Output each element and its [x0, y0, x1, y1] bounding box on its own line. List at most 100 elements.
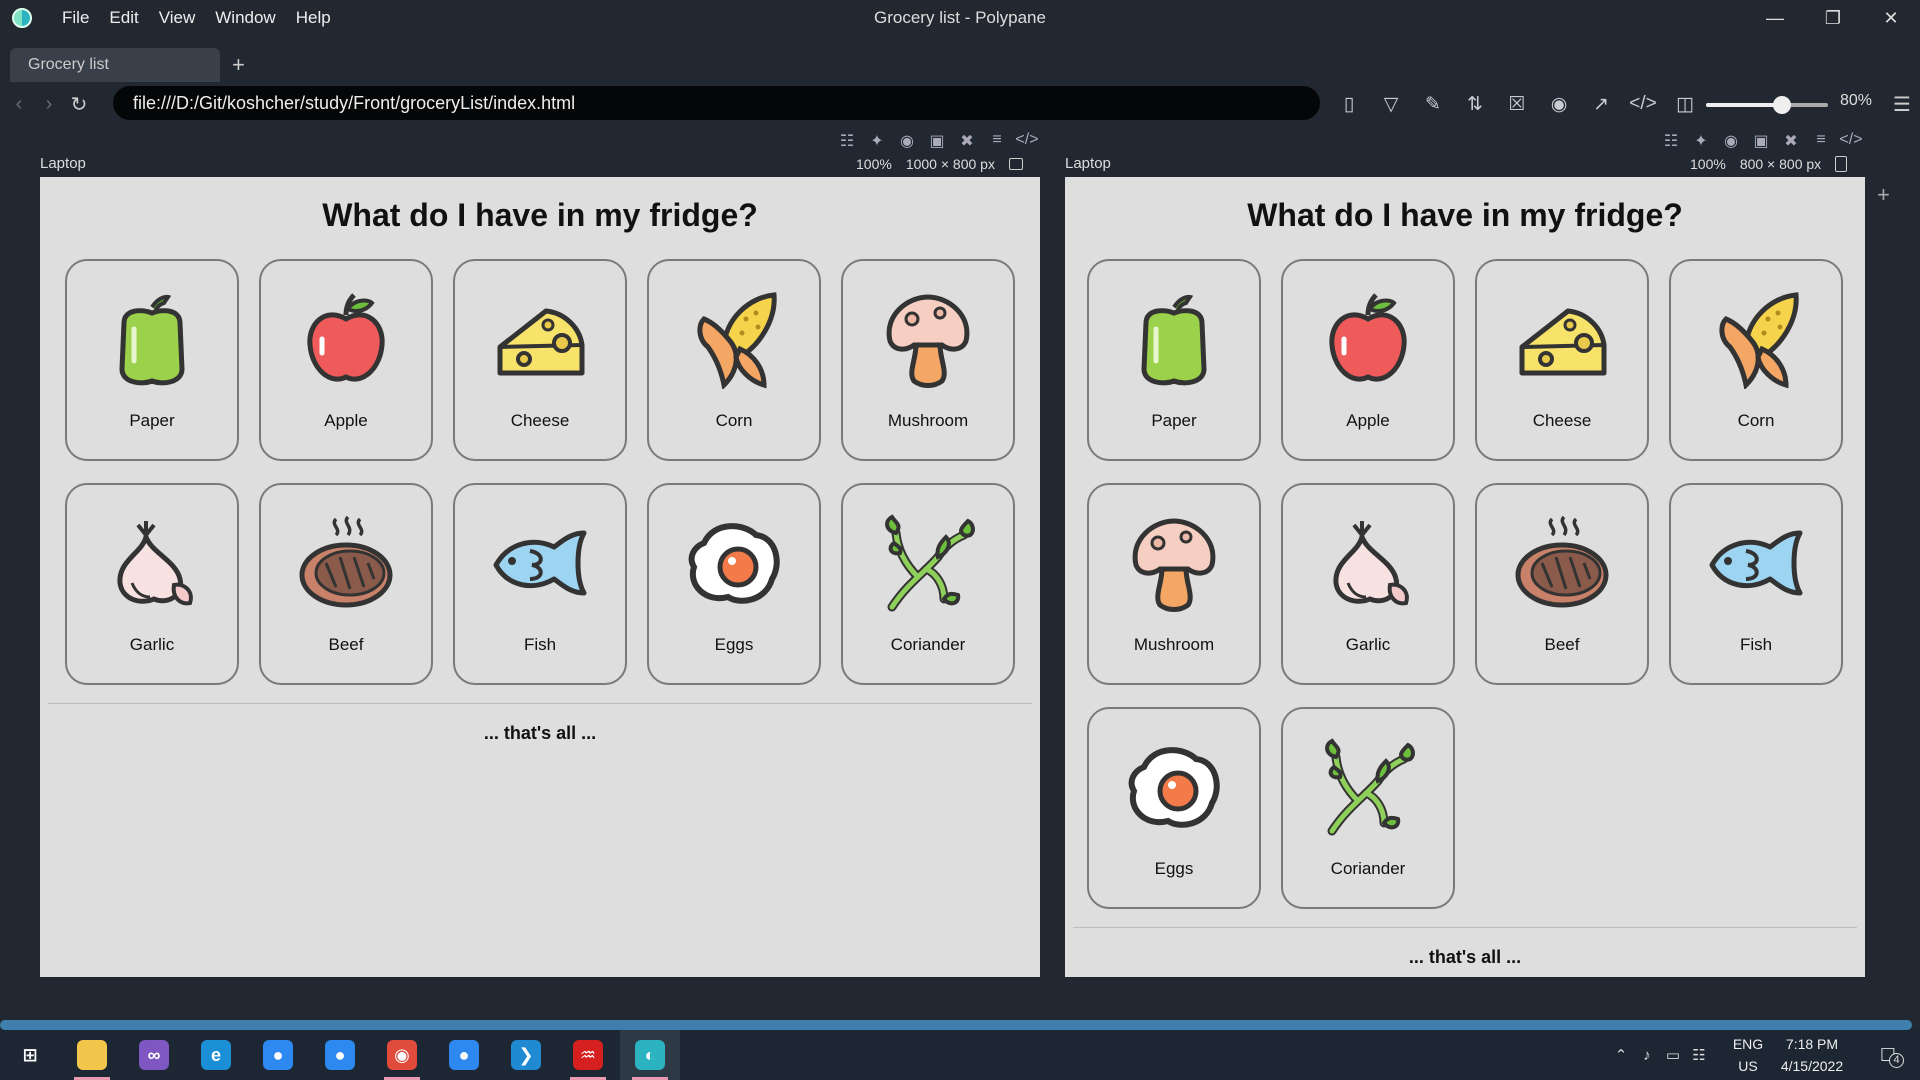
code-icon[interactable]: </> — [1622, 84, 1664, 124]
item-card-fish[interactable]: Fish — [453, 483, 627, 685]
layout-icon[interactable]: ▯ — [1328, 84, 1370, 124]
taskbar-vscode[interactable]: ❯ — [496, 1030, 556, 1080]
new-tab-button[interactable]: + — [232, 48, 245, 82]
taskbar-chrome[interactable]: ◉ — [372, 1030, 432, 1080]
device-orientation-icon[interactable] — [1835, 156, 1848, 172]
taskbar-app[interactable]: ● — [248, 1030, 308, 1080]
item-card-cheese[interactable]: Cheese — [453, 259, 627, 461]
zoom-slider-handle[interactable] — [1772, 96, 1791, 114]
item-label: Corn — [1737, 411, 1775, 430]
sliders-icon[interactable]: ≡ — [1806, 131, 1836, 151]
menu-edit[interactable]: Edit — [99, 8, 148, 28]
viewport-pane-2[interactable]: What do I have in my fridge? Paper Apple C… — [1065, 177, 1865, 977]
toolbar-tools: ▯ ▽ ✎ ⇅ ☒ ◉ ↗ </> ◫ — [1328, 84, 1706, 124]
taskbar-app[interactable]: ● — [434, 1030, 494, 1080]
back-button[interactable]: ‹ — [4, 93, 34, 116]
coriander-icon — [1318, 737, 1418, 837]
pane-size[interactable]: 1000 × 800 px — [906, 156, 995, 172]
close-button[interactable]: ✕ — [1862, 0, 1920, 36]
item-card-corn[interactable]: Corn — [1669, 259, 1843, 461]
language-indicator[interactable]: ENG US — [1728, 1033, 1768, 1077]
code-icon[interactable]: </> — [1836, 131, 1866, 151]
camera-icon[interactable]: ◉ — [892, 131, 922, 151]
pepper-icon — [102, 289, 202, 389]
item-card-coriander[interactable]: Coriander — [841, 483, 1015, 685]
address-bar[interactable]: file:///D:/Git/koshcher/study/Front/groc… — [113, 86, 1320, 120]
taskbar-app[interactable]: ● — [310, 1030, 370, 1080]
chevron-up-icon[interactable]: ⌃ — [1608, 1046, 1634, 1064]
disable-icon[interactable]: ✖ — [952, 131, 982, 151]
select-element-icon[interactable]: ↗ — [1580, 84, 1622, 124]
pencil-icon[interactable]: ✎ — [1412, 84, 1454, 124]
item-card-mushroom[interactable]: Mushroom — [1087, 483, 1261, 685]
item-card-fish[interactable]: Fish — [1669, 483, 1843, 685]
fish-icon — [1706, 513, 1806, 613]
page-title: What do I have in my fridge? — [322, 197, 758, 233]
item-card-paper[interactable]: Paper — [65, 259, 239, 461]
item-card-garlic[interactable]: Garlic — [1281, 483, 1455, 685]
pane-tool-icon[interactable]: ✦ — [862, 131, 892, 151]
disable-images-icon[interactable]: ☒ — [1496, 84, 1538, 124]
page-footer: ... that's all ... — [483, 723, 597, 743]
tab-strip: Grocery list + — [0, 44, 1920, 82]
reload-button[interactable]: ↻ — [64, 92, 94, 117]
item-card-apple[interactable]: Apple — [1281, 259, 1455, 461]
taskbar-visual-studio[interactable]: ∞ — [124, 1030, 184, 1080]
taskbar-file-explorer[interactable]: ▬ — [62, 1030, 122, 1080]
disable-icon[interactable]: ✖ — [1776, 131, 1806, 151]
notifications-button[interactable]: ☐ 4 — [1868, 1030, 1908, 1080]
menu-help[interactable]: Help — [286, 8, 341, 28]
battery-icon[interactable]: ▭ — [1660, 1046, 1686, 1064]
item-card-eggs[interactable]: Eggs — [1087, 707, 1261, 909]
item-card-garlic[interactable]: Garlic — [65, 483, 239, 685]
item-card-mushroom[interactable]: Mushroom — [841, 259, 1015, 461]
panel-icon[interactable]: ◫ — [1664, 84, 1706, 124]
camera-icon[interactable]: ◉ — [1716, 131, 1746, 151]
item-card-beef[interactable]: Beef — [259, 483, 433, 685]
clock[interactable]: 7:18 PM 4/15/2022 — [1772, 1033, 1852, 1077]
pane-tool-icon[interactable]: ✦ — [1686, 131, 1716, 151]
taskbar-acrobat[interactable]: ♒ — [558, 1030, 618, 1080]
sync-scroll-icon[interactable]: ⇅ — [1454, 84, 1496, 124]
item-card-apple[interactable]: Apple — [259, 259, 433, 461]
item-card-eggs[interactable]: Eggs — [647, 483, 821, 685]
image-icon[interactable]: ▣ — [1746, 131, 1776, 151]
menu-file[interactable]: File — [52, 8, 99, 28]
sliders-icon[interactable]: ≡ — [982, 131, 1012, 151]
taskbar-edge[interactable]: e — [186, 1030, 246, 1080]
restore-button[interactable]: ❐ — [1804, 0, 1862, 36]
item-card-paper[interactable]: Paper — [1087, 259, 1261, 461]
settings-sliders-icon[interactable]: ☰ — [1884, 84, 1920, 124]
pane-zoom[interactable]: 100% — [856, 156, 892, 172]
vscode-icon: ❯ — [511, 1040, 541, 1070]
code-icon[interactable]: </> — [1012, 131, 1042, 151]
menu-window[interactable]: Window — [205, 8, 285, 28]
horizontal-scrollbar[interactable] — [0, 1020, 1912, 1030]
pane-size[interactable]: 800 × 800 px — [1740, 156, 1821, 172]
menu-bar: File Edit View Window Help — [52, 8, 341, 28]
pane-tool-icon[interactable]: ☷ — [1656, 131, 1686, 151]
minimize-button[interactable]: ― — [1746, 0, 1804, 36]
forward-button[interactable]: › — [34, 93, 64, 116]
zoom-slider[interactable] — [1706, 96, 1828, 114]
volume-icon[interactable]: ♪ — [1634, 1047, 1660, 1064]
filter-icon[interactable]: ▽ — [1370, 84, 1412, 124]
camera-icon[interactable]: ◉ — [1538, 84, 1580, 124]
pane-tool-icon[interactable]: ☷ — [832, 131, 862, 151]
menu-view[interactable]: View — [149, 8, 206, 28]
wifi-icon[interactable]: ☷ — [1686, 1046, 1712, 1064]
item-label: Paper — [1151, 411, 1197, 430]
pane-zoom[interactable]: 100% — [1690, 156, 1726, 172]
tab-grocery-list[interactable]: Grocery list — [10, 48, 220, 82]
device-orientation-icon[interactable] — [1008, 158, 1023, 170]
item-card-cheese[interactable]: Cheese — [1475, 259, 1649, 461]
pane-1-label: Laptop — [40, 155, 86, 172]
taskbar-polypane[interactable]: ◐ — [620, 1030, 680, 1080]
image-icon[interactable]: ▣ — [922, 131, 952, 151]
taskbar-start[interactable]: ⊞ — [0, 1030, 60, 1080]
item-card-coriander[interactable]: Coriander — [1281, 707, 1455, 909]
add-pane-button[interactable]: + — [1877, 182, 1890, 208]
viewport-pane-1[interactable]: What do I have in my fridge? Paper Apple C… — [40, 177, 1040, 977]
item-card-corn[interactable]: Corn — [647, 259, 821, 461]
item-card-beef[interactable]: Beef — [1475, 483, 1649, 685]
